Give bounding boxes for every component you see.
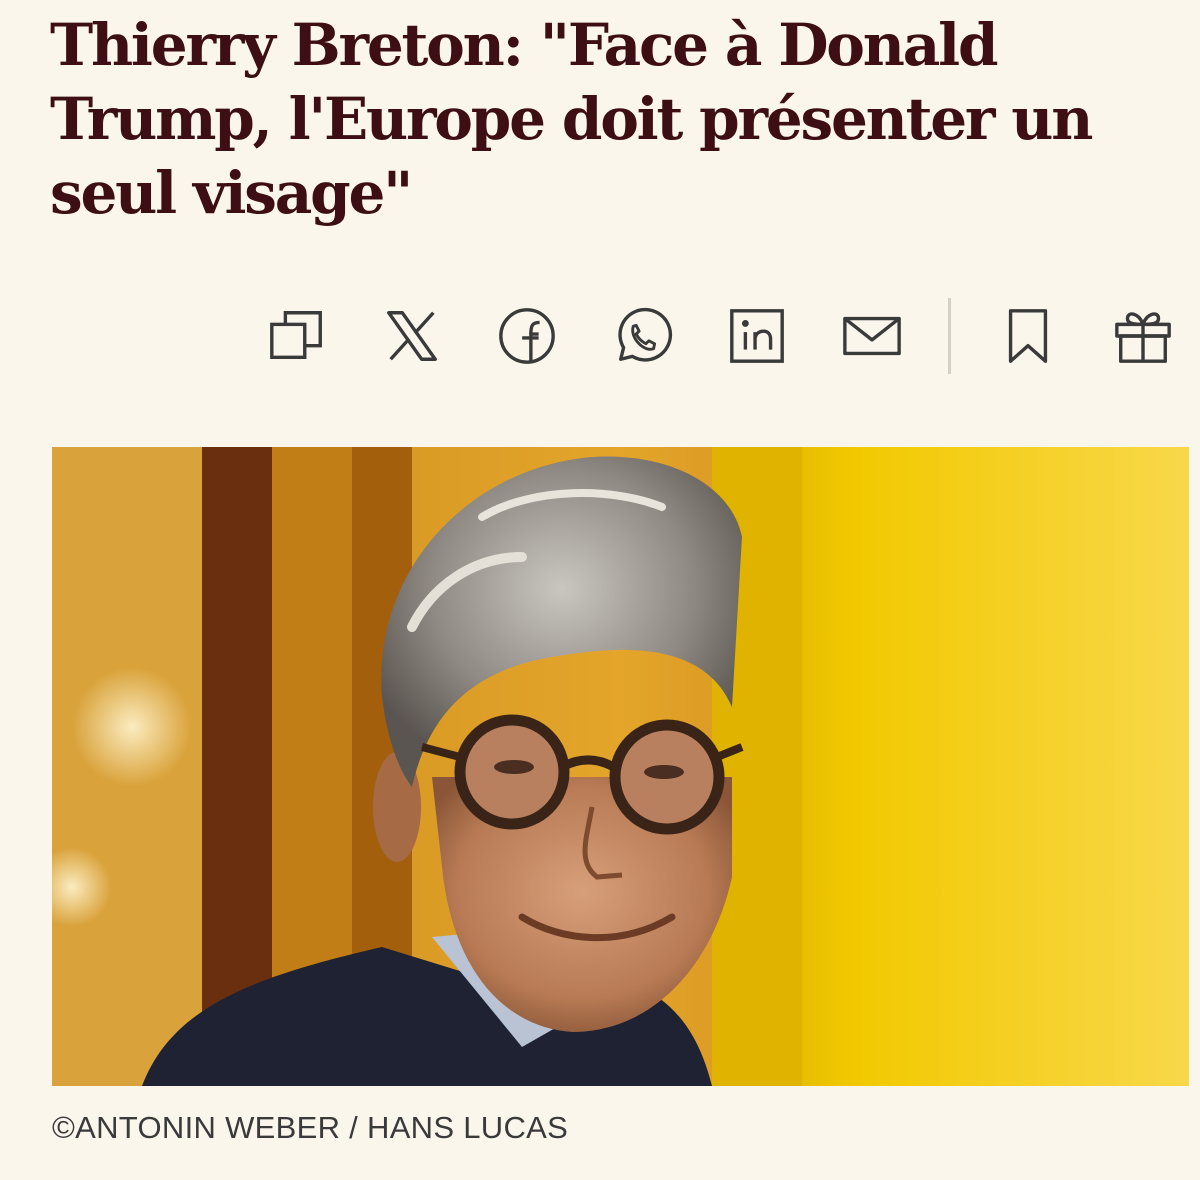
x-icon <box>387 311 437 361</box>
gift-icon <box>1115 312 1171 363</box>
photo-credit: ©ANTONIN WEBER / HANS LUCAS <box>52 1110 569 1145</box>
whatsapp-icon <box>618 307 673 362</box>
bookmark-icon <box>1008 309 1048 363</box>
share-x-button[interactable] <box>377 301 447 371</box>
bookmark-button[interactable] <box>993 301 1063 371</box>
gift-article-button[interactable] <box>1108 301 1178 371</box>
share-bar <box>262 296 1178 376</box>
share-bar-separator <box>948 298 951 374</box>
article-photo <box>52 447 1189 1086</box>
mail-icon <box>843 316 901 356</box>
linkedin-icon <box>730 309 784 363</box>
share-email-button[interactable] <box>837 301 907 371</box>
article-headline: Thierry Breton: "Face à Donald Trump, l'… <box>50 11 1093 227</box>
facebook-icon <box>499 308 555 364</box>
copy-icon <box>270 311 322 360</box>
share-facebook-button[interactable] <box>492 301 562 371</box>
share-whatsapp-button[interactable] <box>607 301 677 371</box>
share-linkedin-button[interactable] <box>722 301 792 371</box>
copy-link-button[interactable] <box>262 301 332 371</box>
